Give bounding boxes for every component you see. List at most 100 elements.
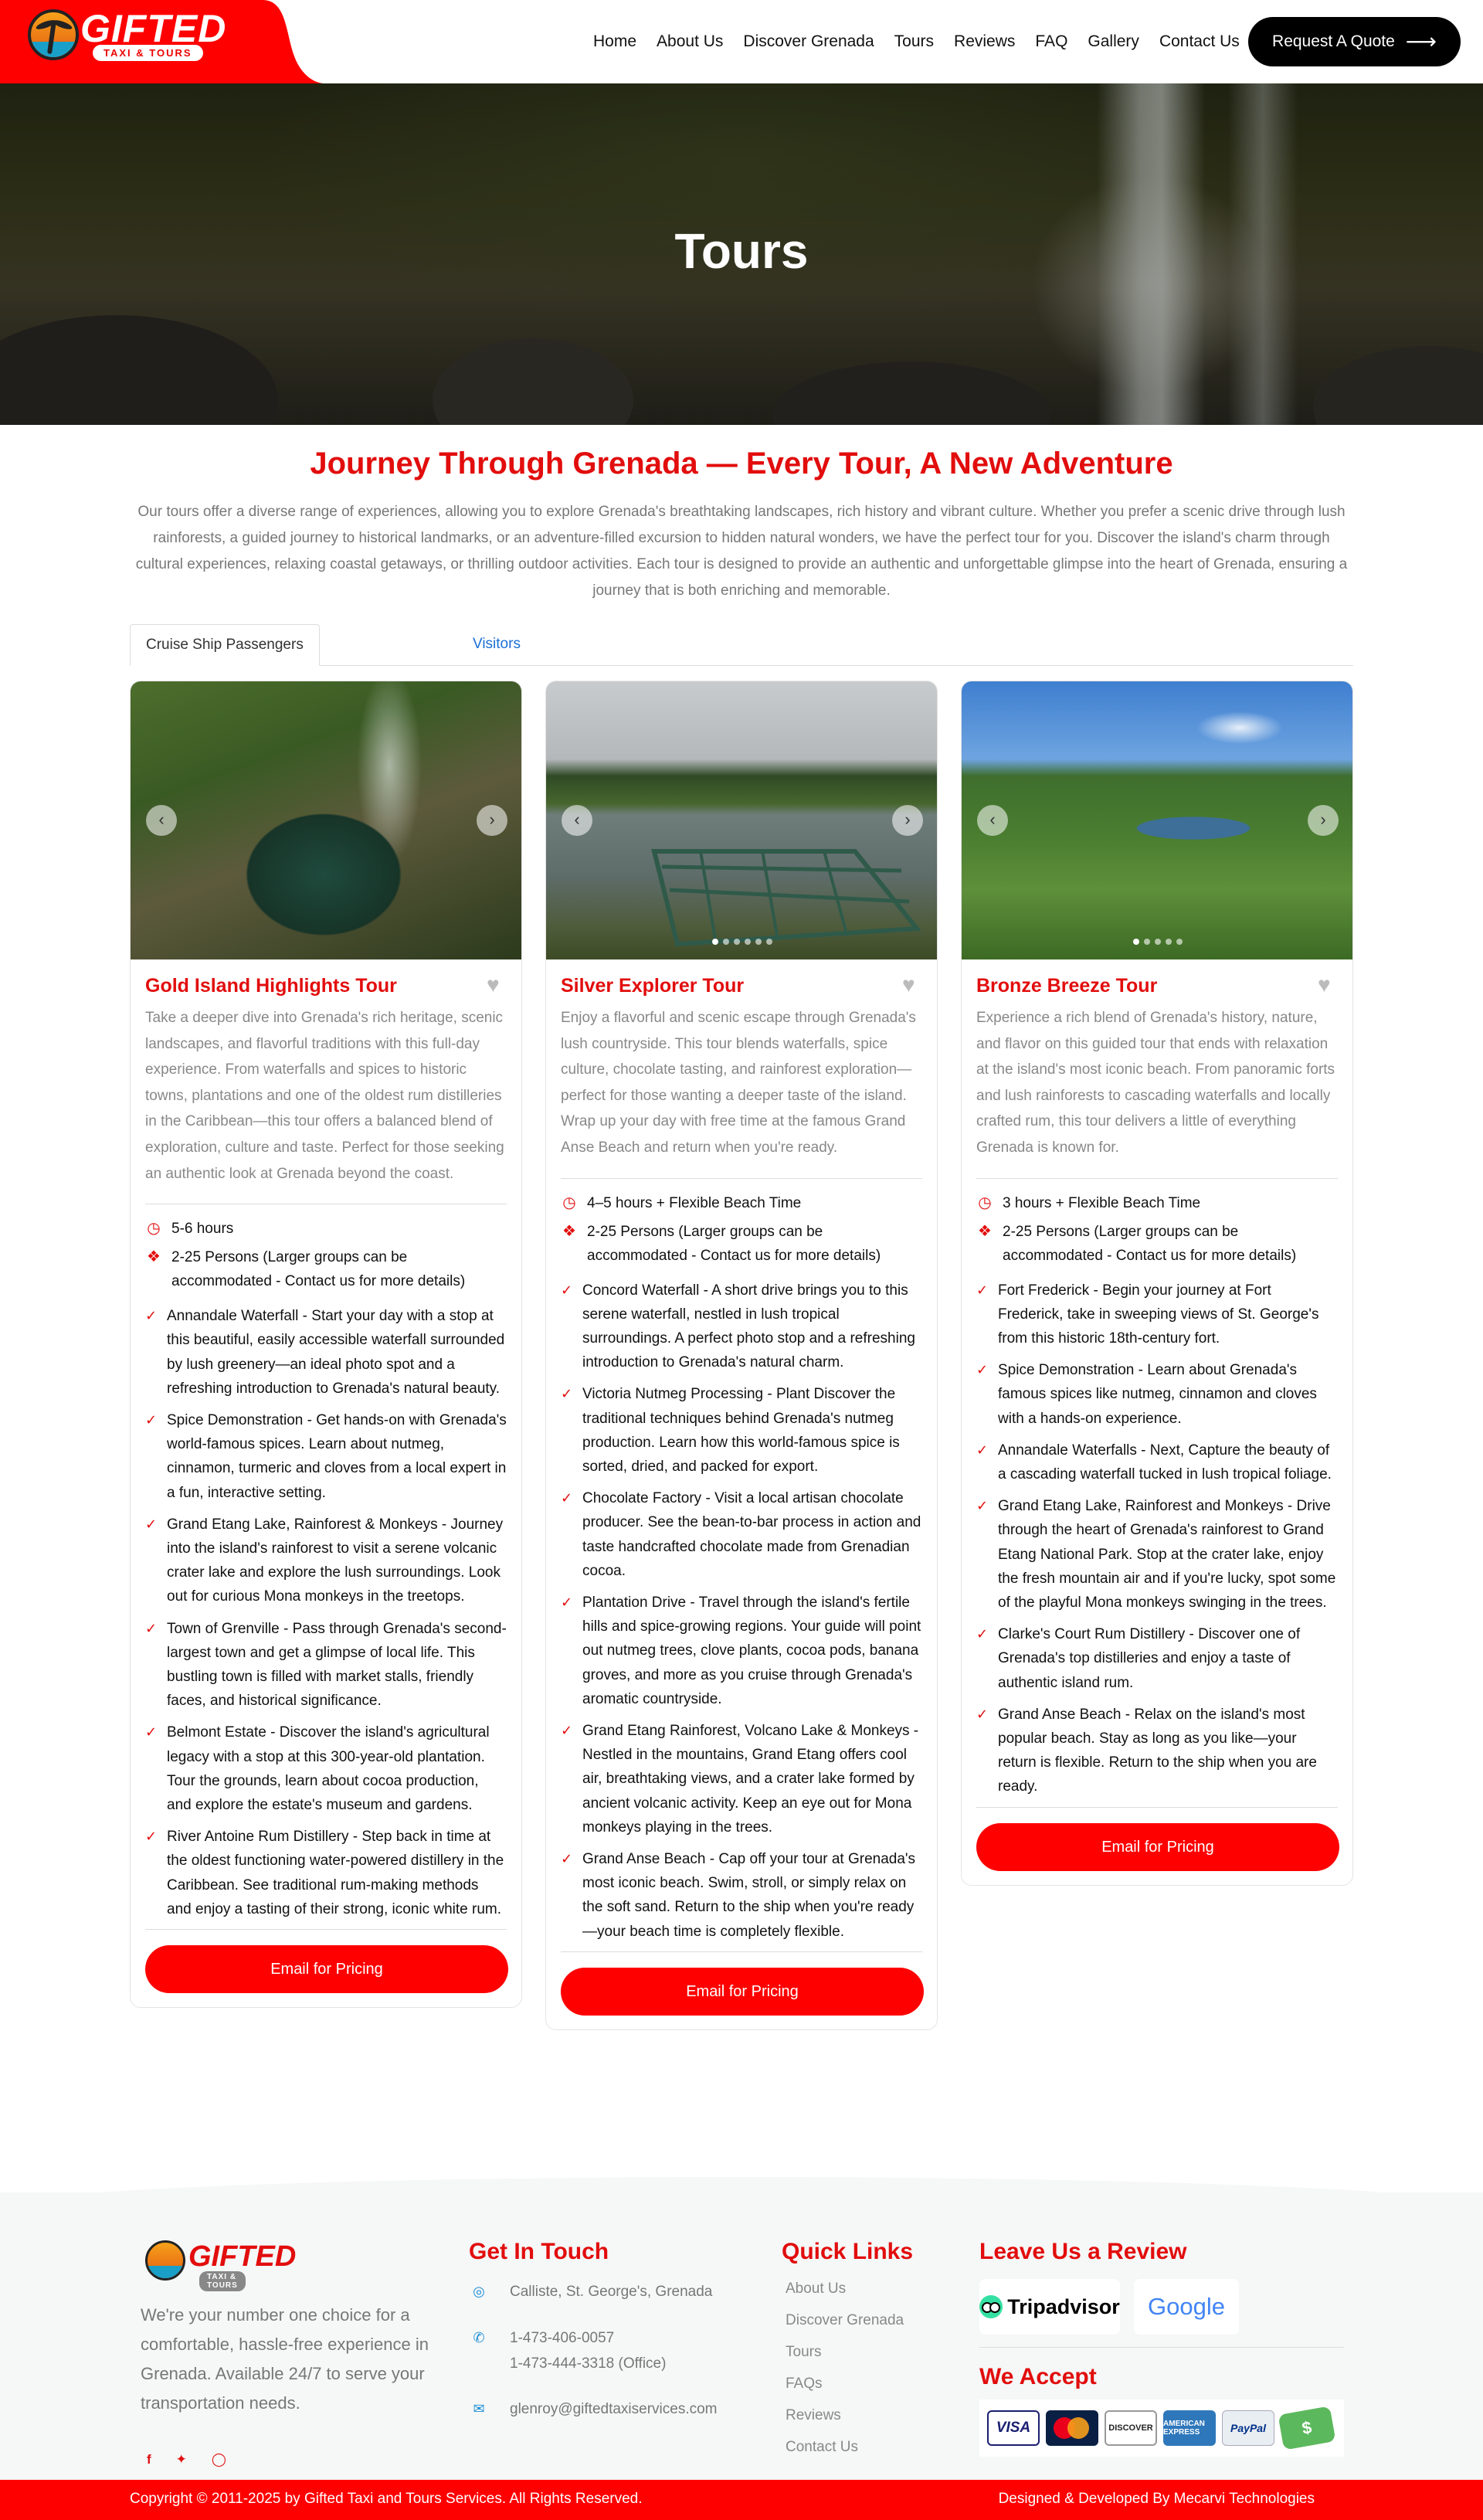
group-icon: ❖ xyxy=(562,1222,576,1240)
google-badge[interactable]: Google xyxy=(1134,2279,1239,2335)
list-item: ✓ Town of Grenville - Pass through Grenad… xyxy=(145,1617,507,1713)
divider xyxy=(561,1951,922,1952)
social-links: f ✦ ◯ xyxy=(147,2452,226,2467)
address-row: ◎ Calliste, St. George's, Grenada xyxy=(470,2279,712,2304)
footer-link-faqs[interactable]: FAQs xyxy=(786,2368,904,2399)
footer-link-contact-us[interactable]: Contact Us xyxy=(786,2431,904,2463)
tour-group-text: 2-25 Persons (Larger groups can be accom… xyxy=(587,1223,881,1264)
check-icon: ✓ xyxy=(561,1723,573,1739)
hero-banner: Tours xyxy=(0,83,1483,425)
carousel-dot[interactable] xyxy=(712,939,718,945)
tour-stops: ✓ Annandale Waterfall - Start your day wi… xyxy=(145,1304,507,1921)
carousel-dot[interactable] xyxy=(1133,939,1139,945)
instagram-icon[interactable]: ◯ xyxy=(212,2452,226,2467)
phone-office[interactable]: 1-473-444-3318 (Office) xyxy=(510,2351,666,2376)
logo-tagline: TAXI & TOURS xyxy=(93,45,203,61)
carousel-dot[interactable] xyxy=(1144,939,1150,945)
footer-link-about-us[interactable]: About Us xyxy=(786,2273,904,2304)
carousel-dot[interactable] xyxy=(1166,939,1172,945)
heart-icon[interactable]: ♥ xyxy=(902,974,922,996)
check-icon: ✓ xyxy=(976,1706,989,1722)
list-item: ✓ Grand Etang Rainforest, Volcano Lake & … xyxy=(561,1719,922,1839)
email-for-pricing-button[interactable]: Email for Pricing xyxy=(976,1822,1339,1871)
nav-tours[interactable]: Tours xyxy=(894,31,934,53)
carousel-dot[interactable] xyxy=(1155,939,1161,945)
amex-icon: AMERICAN EXPRESS xyxy=(1163,2410,1216,2446)
tour-stop-text: Grand Etang Lake, Rainforest and Monkeys… xyxy=(998,1498,1336,1611)
phone-primary[interactable]: 1-473-406-0057 xyxy=(510,2325,666,2351)
carousel-dot[interactable] xyxy=(723,939,729,945)
dock-graphic xyxy=(651,849,921,947)
copyright-text: Copyright © 2011-2025 by Gifted Taxi and… xyxy=(130,2491,643,2507)
tour-group-size: ❖ 2-25 Persons (Larger groups can be acco… xyxy=(561,1220,922,1268)
request-quote-button[interactable]: Request A Quote ⟶ xyxy=(1248,17,1461,66)
tour-card: ‹ › Silver Explorer Tour ♥ Enjoy a flavor… xyxy=(545,681,938,2030)
tour-stop-text: Concord Waterfall - A short drive brings… xyxy=(582,1282,915,1371)
tour-image-carousel: ‹ › xyxy=(131,681,521,959)
tour-stop-text: Grand Anse Beach - Cap off your tour at … xyxy=(582,1851,916,1940)
logo[interactable]: GIFTED TAXI & TOURS xyxy=(0,0,324,83)
discover-icon: DISCOVER xyxy=(1105,2410,1157,2446)
list-item: ✓ Spice Demonstration - Get hands-on with… xyxy=(145,1408,507,1505)
list-item: ✓ Plantation Drive - Travel through the i… xyxy=(561,1591,922,1711)
check-icon: ✓ xyxy=(145,1411,158,1428)
nav-gallery[interactable]: Gallery xyxy=(1088,31,1139,53)
check-icon: ✓ xyxy=(561,1490,573,1506)
twitter-icon[interactable]: ✦ xyxy=(176,2452,187,2467)
tour-stop-text: Annandale Waterfalls - Next, Capture the… xyxy=(998,1442,1332,1482)
carousel-next-button[interactable]: › xyxy=(892,805,923,836)
tour-group-text: 2-25 Persons (Larger groups can be accom… xyxy=(171,1249,466,1290)
list-item: ✓ Fort Frederick - Begin your journey at … xyxy=(976,1279,1338,1351)
carousel-next-button[interactable]: › xyxy=(1308,805,1339,836)
nav-contact-us[interactable]: Contact Us xyxy=(1159,31,1240,53)
tour-card: ‹ › Gold Island Highlights Tour ♥ Take a … xyxy=(130,681,522,2009)
heart-icon[interactable]: ♥ xyxy=(487,974,507,996)
carousel-next-button[interactable]: › xyxy=(477,805,507,836)
tour-image-carousel: ‹ › xyxy=(962,681,1352,959)
email-for-pricing-button[interactable]: Email for Pricing xyxy=(145,1945,508,1994)
palm-sun-icon xyxy=(28,9,79,60)
facebook-icon[interactable]: f xyxy=(147,2452,151,2467)
leave-review-heading: Leave Us a Review xyxy=(979,2239,1187,2264)
footer-link-discover-grenada[interactable]: Discover Grenada xyxy=(786,2304,904,2336)
tab-cruise-ship-passengers[interactable]: Cruise Ship Passengers xyxy=(130,624,320,666)
list-item: ✓ River Antoine Rum Distillery - Step bac… xyxy=(145,1825,507,1921)
nav-reviews[interactable]: Reviews xyxy=(954,31,1015,53)
tab-visitors[interactable]: Visitors xyxy=(457,624,536,666)
nav-discover-grenada[interactable]: Discover Grenada xyxy=(743,31,874,53)
email-for-pricing-button[interactable]: Email for Pricing xyxy=(561,1967,924,2016)
tour-stop-text: Grand Anse Beach - Relax on the island's… xyxy=(998,1706,1317,1795)
nav-faq[interactable]: FAQ xyxy=(1035,31,1067,53)
heart-icon[interactable]: ♥ xyxy=(1318,974,1338,996)
footer-link-reviews[interactable]: Reviews xyxy=(786,2399,904,2431)
carousel-prev-button[interactable]: ‹ xyxy=(977,805,1008,836)
tour-title-text: Gold Island Highlights Tour xyxy=(145,975,397,997)
tour-stops: ✓ Concord Waterfall - A short drive bring… xyxy=(561,1279,922,1944)
carousel-dot[interactable] xyxy=(755,939,762,945)
footer-link-tours[interactable]: Tours xyxy=(786,2336,904,2368)
tour-stop-text: Grand Etang Lake, Rainforest & Monkeys -… xyxy=(167,1516,504,1605)
carousel-dot[interactable] xyxy=(766,939,772,945)
tour-duration-text: 3 hours + Flexible Beach Time xyxy=(1003,1194,1201,1211)
developer-credit[interactable]: Designed & Developed By Mecarvi Technolo… xyxy=(999,2491,1315,2508)
clock-icon: ◷ xyxy=(978,1194,992,1211)
carousel-prev-button[interactable]: ‹ xyxy=(562,805,592,836)
carousel-prev-button[interactable]: ‹ xyxy=(146,805,177,836)
footer-wave xyxy=(0,2177,1483,2208)
list-item: ✓ Chocolate Factory - Visit a local artis… xyxy=(561,1486,922,1583)
tour-duration: ◷ 4–5 hours + Flexible Beach Time xyxy=(561,1191,922,1215)
review-badges: Tripadvisor Google xyxy=(979,2279,1239,2335)
tripadvisor-badge[interactable]: Tripadvisor xyxy=(979,2279,1120,2335)
carousel-dot[interactable] xyxy=(745,939,751,945)
carousel-dot[interactable] xyxy=(734,939,740,945)
list-item: ✓ Spice Demonstration - Learn about Grena… xyxy=(976,1358,1338,1431)
nav-home[interactable]: Home xyxy=(593,31,636,53)
tour-stop-text: Victoria Nutmeg Processing - Plant Disco… xyxy=(582,1386,900,1475)
tour-stop-text: Chocolate Factory - Visit a local artisa… xyxy=(582,1490,921,1579)
carousel-dot[interactable] xyxy=(1176,939,1183,945)
check-icon: ✓ xyxy=(145,1829,158,1845)
email-link[interactable]: glenroy@giftedtaxiservices.com xyxy=(510,2396,718,2422)
nav-about-us[interactable]: About Us xyxy=(657,31,723,53)
google-label: Google xyxy=(1148,2293,1225,2320)
tour-description: Experience a rich blend of Grenada's his… xyxy=(976,1010,1335,1156)
